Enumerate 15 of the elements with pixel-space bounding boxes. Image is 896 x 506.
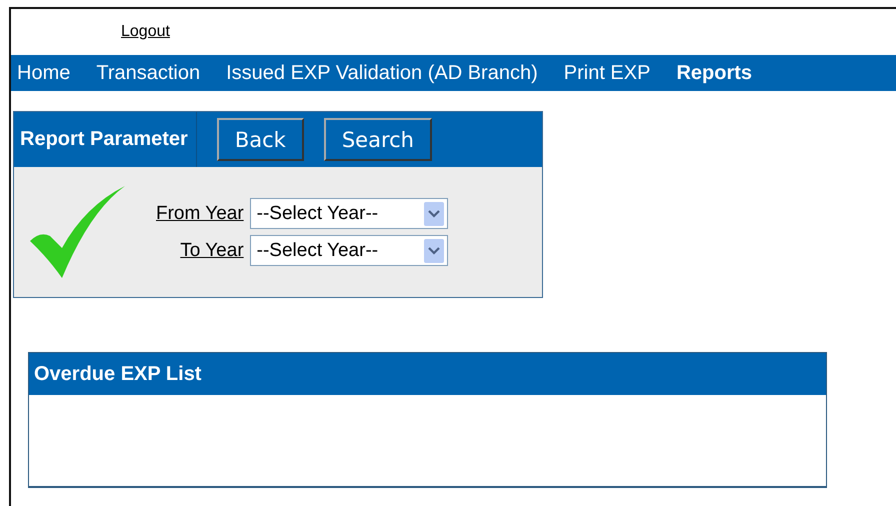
checkmark-icon	[30, 186, 126, 278]
field-label: To Year	[180, 240, 244, 262]
search-button[interactable]: Search	[324, 118, 432, 161]
nav-item[interactable]: Issued EXP Validation (AD Branch)	[226, 62, 538, 84]
year-select[interactable]: --Select Year--	[250, 235, 448, 266]
panel-title: Overdue EXP List	[34, 362, 202, 386]
back-button[interactable]: Back	[216, 118, 304, 161]
nav-item[interactable]: Transaction	[96, 62, 200, 84]
year-select[interactable]: --Select Year--	[250, 198, 448, 229]
panel-title: Report Parameter	[14, 112, 197, 167]
field-label: From Year	[156, 202, 244, 224]
nav-item[interactable]: Reports	[676, 62, 752, 84]
nav-item[interactable]: Home	[17, 62, 70, 84]
nav-item[interactable]: Print EXP	[564, 62, 650, 84]
logout-link[interactable]: Logout	[121, 23, 170, 41]
